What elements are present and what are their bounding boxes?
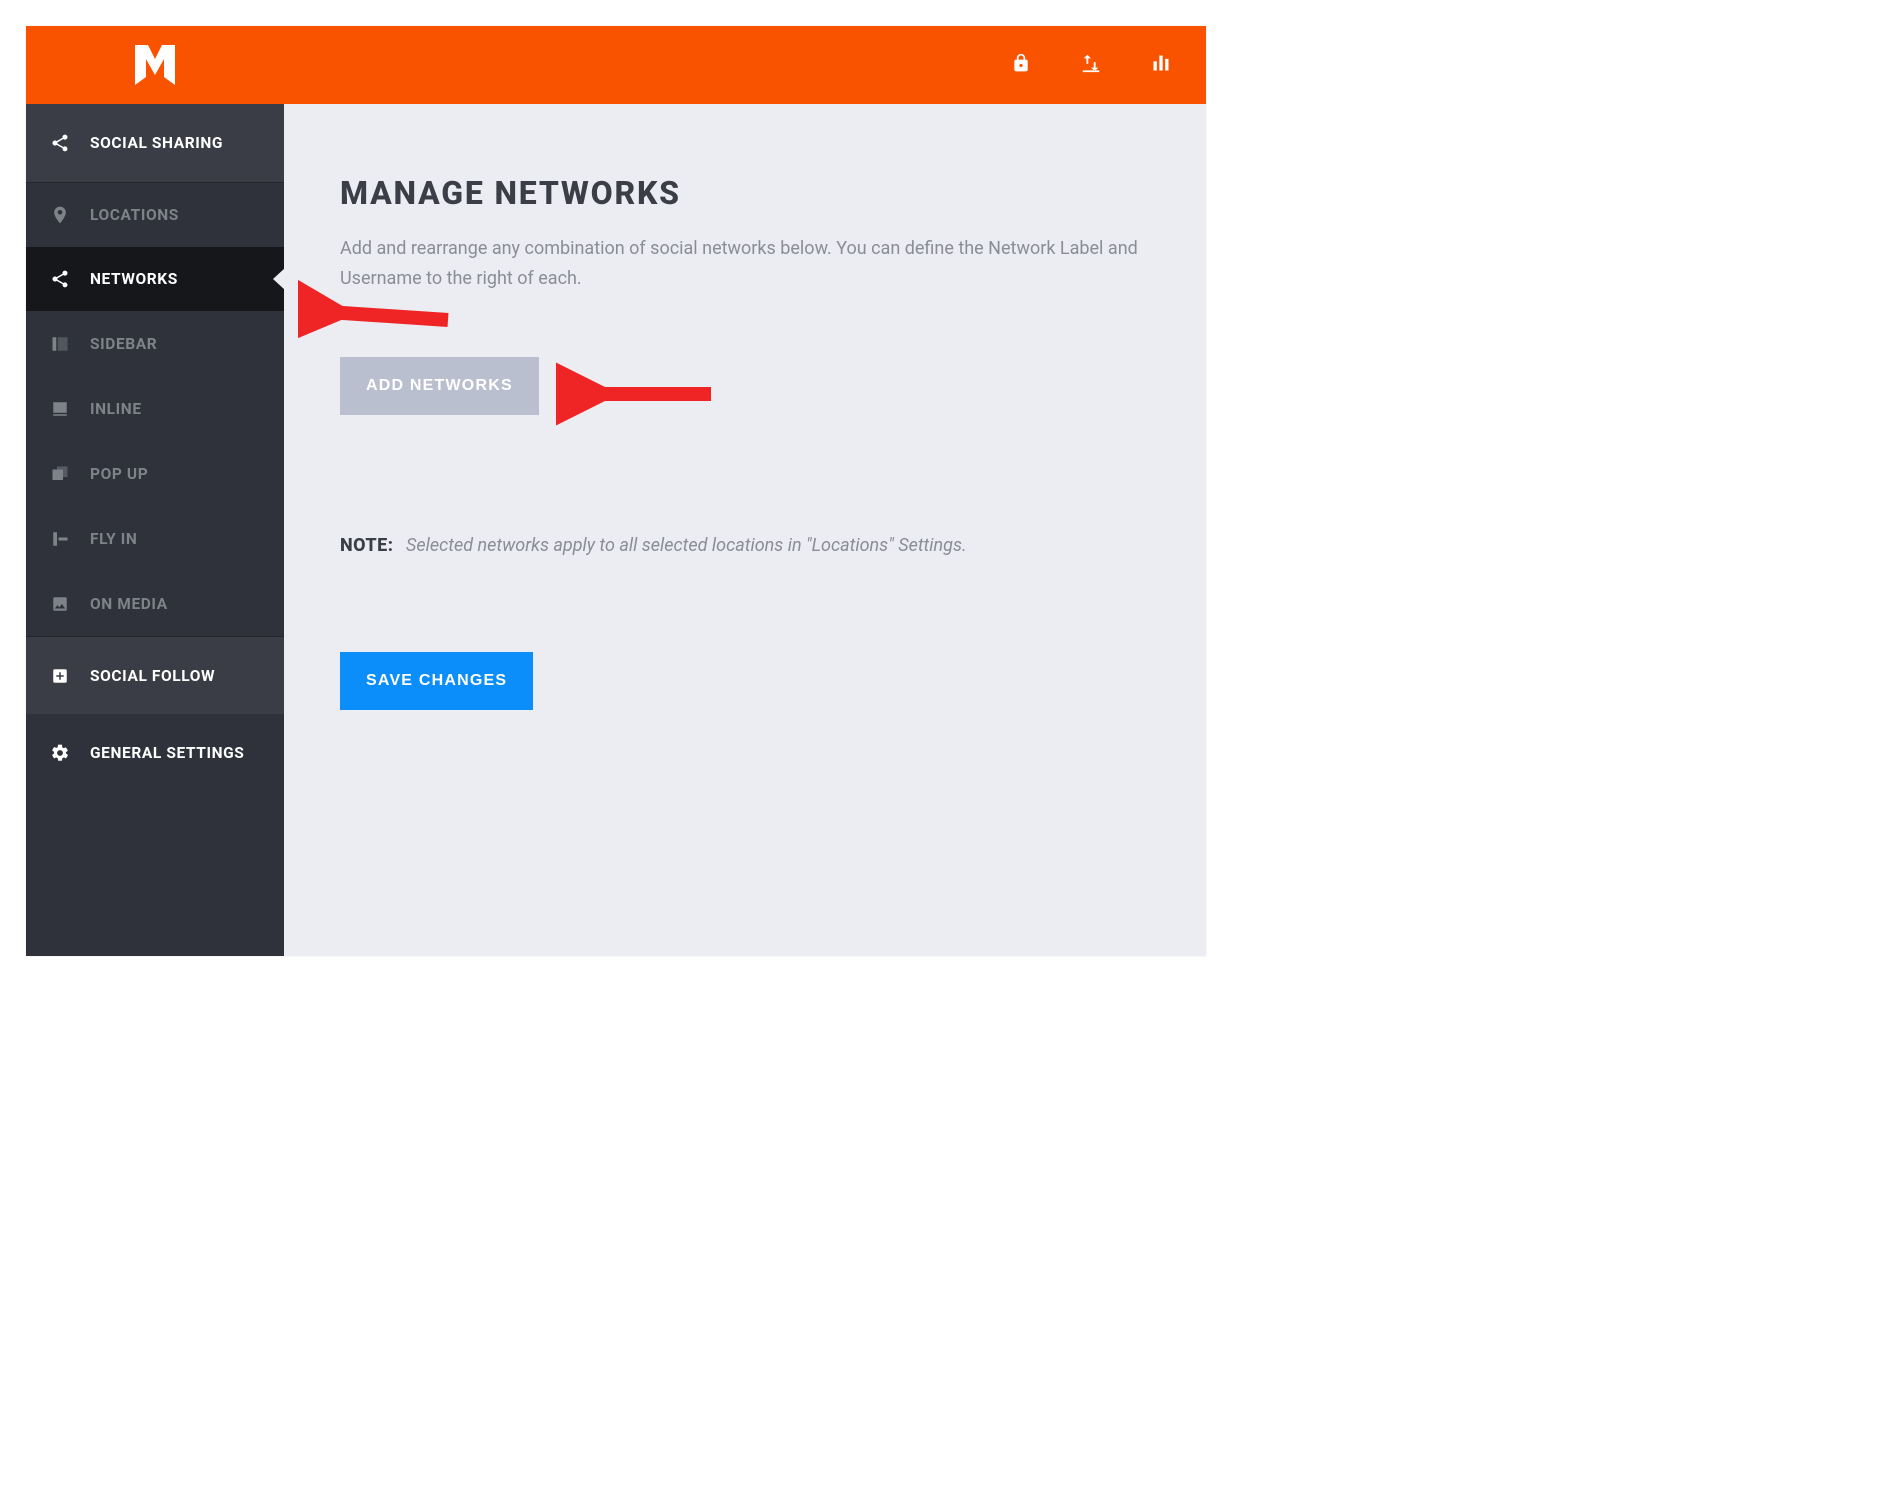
plus-square-icon	[50, 666, 70, 686]
sidebar-item-label: SIDEBAR	[90, 335, 157, 353]
share-icon	[50, 133, 70, 153]
sidebar-item-sidebar[interactable]: SIDEBAR	[26, 311, 284, 376]
sidebar-item-label: SOCIAL FOLLOW	[90, 667, 215, 685]
gear-icon	[50, 743, 70, 763]
sidebar-item-social-follow[interactable]: SOCIAL FOLLOW	[26, 636, 284, 714]
brand-logo[interactable]	[26, 26, 284, 104]
topbar	[284, 26, 1206, 104]
sidebar-icon	[50, 334, 70, 354]
sidebar-item-label: GENERAL SETTINGS	[90, 744, 244, 762]
popup-icon	[50, 464, 70, 484]
lock-icon	[1011, 52, 1031, 78]
sidebar-item-label: FLY IN	[90, 530, 137, 548]
page-title: MANAGE NETWORKS	[340, 174, 1150, 212]
sidebar-item-label: POP UP	[90, 465, 148, 483]
sidebar-item-general-settings[interactable]: GENERAL SETTINGS	[26, 714, 284, 792]
sidebar-item-onmedia[interactable]: ON MEDIA	[26, 571, 284, 636]
sidebar-item-label: ON MEDIA	[90, 595, 168, 613]
topbar-import-export[interactable]	[1056, 26, 1126, 104]
main-panel: MANAGE NETWORKS Add and rearrange any co…	[284, 26, 1206, 956]
m-logo-icon	[133, 45, 177, 85]
inline-icon	[50, 399, 70, 419]
sidebar-item-social-sharing[interactable]: SOCIAL SHARING	[26, 104, 284, 182]
sidebar-item-label: SOCIAL SHARING	[90, 134, 223, 152]
page-description: Add and rearrange any combination of soc…	[340, 234, 1150, 293]
sidebar-item-locations[interactable]: LOCATIONS	[26, 182, 284, 247]
content: MANAGE NETWORKS Add and rearrange any co…	[284, 104, 1206, 750]
bar-chart-icon	[1150, 53, 1172, 77]
note-row: NOTE: Selected networks apply to all sel…	[340, 535, 1150, 556]
note-label: NOTE:	[340, 535, 394, 556]
sidebar-item-label: LOCATIONS	[90, 206, 179, 224]
topbar-lock[interactable]	[986, 26, 1056, 104]
flyin-icon	[50, 529, 70, 549]
pin-icon	[50, 205, 70, 225]
save-changes-button[interactable]: SAVE CHANGES	[340, 652, 533, 710]
note-text: Selected networks apply to all selected …	[406, 535, 967, 556]
topbar-stats[interactable]	[1126, 26, 1196, 104]
sidebar-item-inline[interactable]: INLINE	[26, 376, 284, 441]
import-export-icon	[1079, 52, 1103, 78]
image-icon	[50, 594, 70, 614]
sidebar-item-label: INLINE	[90, 400, 142, 418]
app-window: SOCIAL SHARING LOCATIONS NETWORKS SIDEBA…	[26, 26, 1206, 956]
sidebar-item-label: NETWORKS	[90, 270, 178, 288]
share-icon	[50, 269, 70, 289]
sidebar-item-flyin[interactable]: FLY IN	[26, 506, 284, 571]
sidebar-item-popup[interactable]: POP UP	[26, 441, 284, 506]
add-networks-button[interactable]: ADD NETWORKS	[340, 357, 539, 415]
sidebar-item-networks[interactable]: NETWORKS	[26, 247, 284, 311]
sidebar: SOCIAL SHARING LOCATIONS NETWORKS SIDEBA…	[26, 26, 284, 956]
